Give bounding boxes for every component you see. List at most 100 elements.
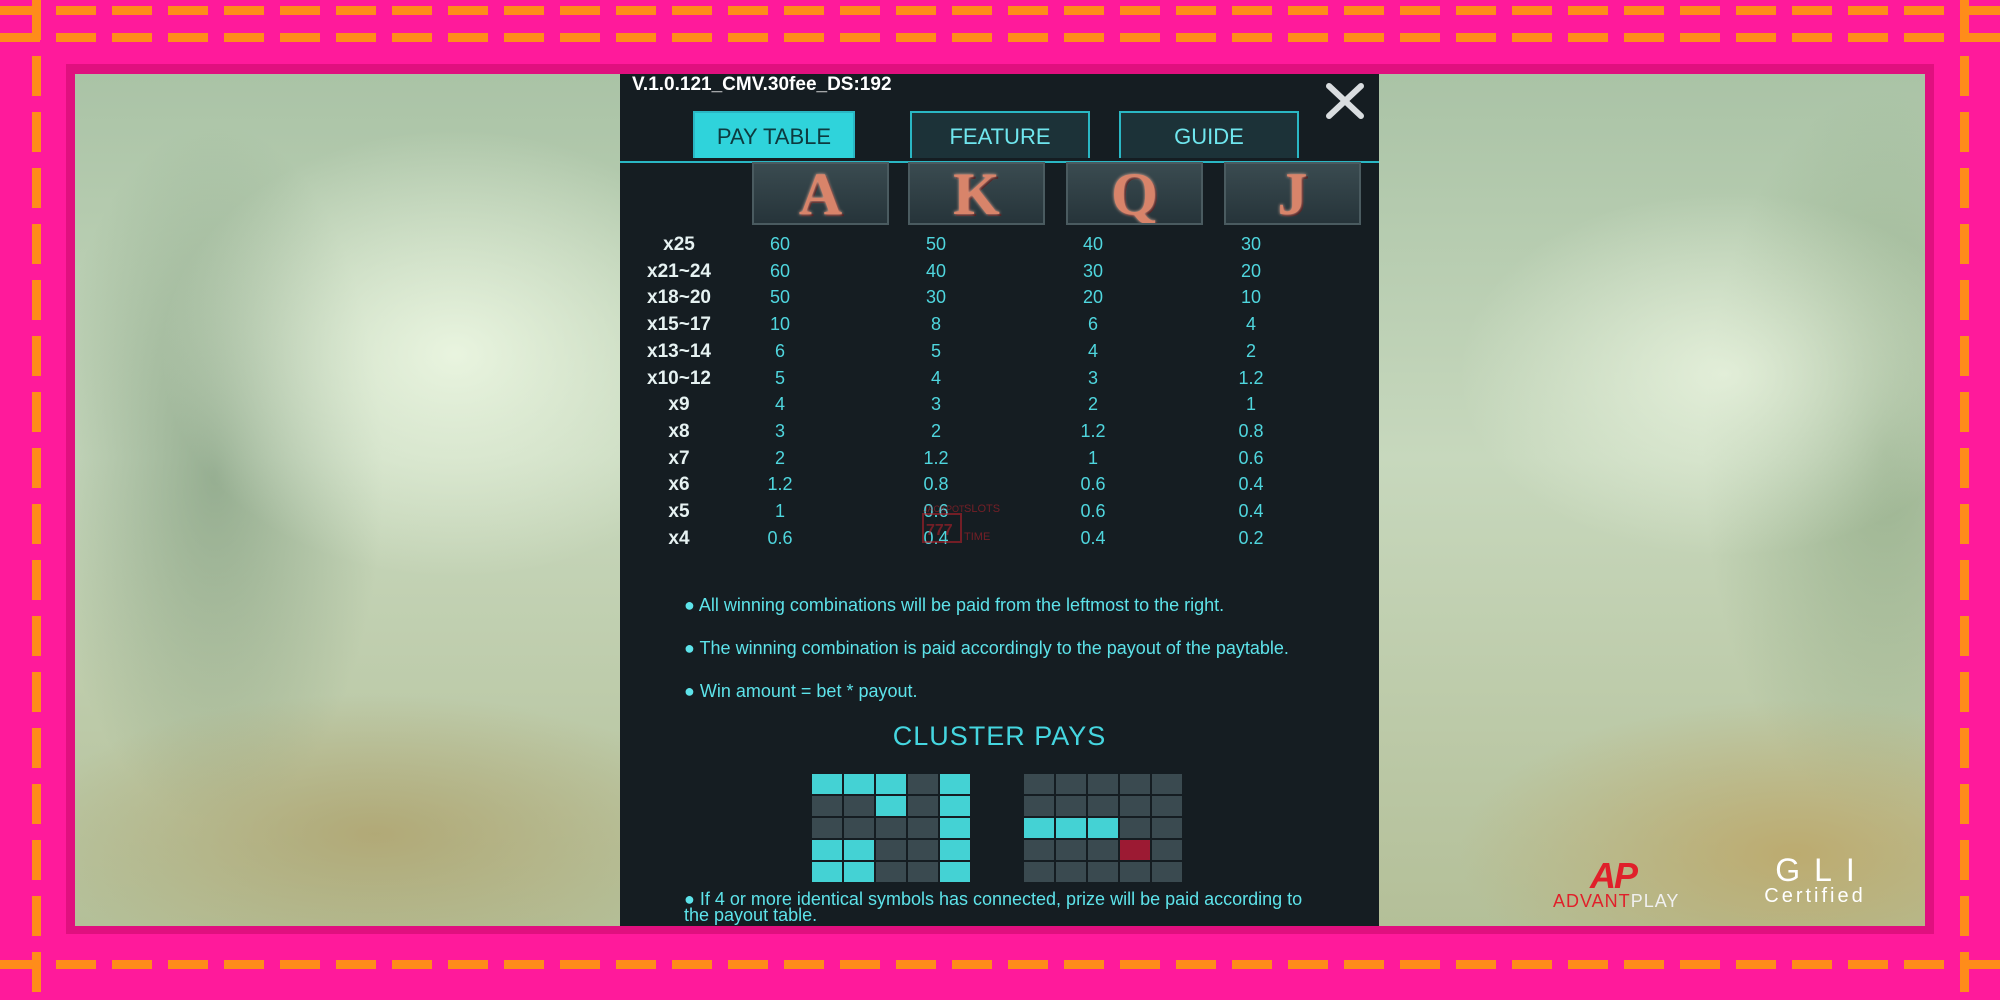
gli-certified-logo: GLI Certified — [1740, 852, 1890, 912]
watermark-time: TIME — [964, 531, 990, 543]
symbol-q-icon: Q — [1066, 162, 1203, 225]
advantplay-logo: AP ADVANTPLAY — [1550, 855, 1750, 915]
paytable-row: x7 2 1.2 1 0.6 — [620, 448, 1379, 474]
paytable-value: 0.4 — [1238, 474, 1264, 495]
paytable-value: 1 — [1245, 394, 1256, 415]
advantplay-wordmark: ADVANTPLAY — [1553, 891, 1679, 912]
cluster-cell — [908, 862, 938, 882]
paytable-value: 4 — [930, 367, 941, 388]
cluster-cell-highlighted — [940, 840, 970, 860]
paytable-value: 3 — [774, 420, 785, 441]
paytable-value: 0.4 — [1238, 501, 1264, 521]
cluster-cell-highlighted — [812, 774, 842, 794]
cluster-cell — [1024, 774, 1054, 794]
cluster-cell — [908, 796, 938, 816]
paytable-value: 0.6 — [767, 527, 793, 548]
paytable-value: 5 — [774, 367, 785, 388]
cluster-cell-highlighted — [940, 818, 970, 838]
cluster-rule: ● If 4 or more identical symbols has con… — [684, 889, 1324, 925]
gli-text: GLI — [1775, 852, 1869, 888]
symbol-j-icon: J — [1224, 162, 1361, 225]
cluster-cell — [908, 818, 938, 838]
paytable-row: x9 4 3 2 1 — [620, 394, 1379, 420]
cluster-cell — [1088, 862, 1118, 882]
cluster-cell-highlighted — [940, 796, 970, 816]
top-dashed-border-inner — [0, 33, 2000, 42]
paytable-value: 1.2 — [1238, 367, 1264, 388]
paytable-value: 0.6 — [1080, 474, 1106, 495]
rules-list: ● All winning combinations will be paid … — [684, 595, 1324, 615]
advantplay-word-play: PLAY — [1630, 891, 1680, 911]
symbol-header-row: A K Q J — [620, 162, 1379, 228]
cluster-cell — [1024, 796, 1054, 816]
paytable-value: 4 — [1087, 340, 1098, 361]
paytable-value: 1.2 — [923, 447, 949, 468]
paytable-row: x18~20 50 30 20 10 — [620, 287, 1379, 313]
cluster-cell — [908, 774, 938, 794]
paytable-row: x6 1.2 0.8 0.6 0.4 — [620, 474, 1379, 500]
symbol-a-icon: A — [752, 162, 889, 225]
paytable-panel: V.1.0.121_CMV.30fee_DS:192 PAY TABLE FEA… — [620, 74, 1379, 926]
paytable-value: 60 — [769, 260, 791, 281]
tab-feature[interactable]: FEATURE — [910, 111, 1090, 158]
cluster-cell-highlighted — [844, 774, 874, 794]
cluster-cell-highlighted — [940, 862, 970, 882]
paytable-value: 0.6 — [1238, 447, 1264, 468]
paytable-value: 0.6 — [1080, 501, 1106, 521]
paytable-value: 1.2 — [767, 474, 793, 495]
tab-bar: PAY TABLE FEATURE GUIDE — [620, 111, 1379, 163]
paytable-value: 4 — [1245, 314, 1256, 335]
paytable-row: x15~17 10 8 6 4 — [620, 314, 1379, 340]
paytable-value: 8 — [930, 314, 941, 335]
paytable-value: 2 — [1245, 340, 1256, 361]
version-label: V.1.0.121_CMV.30fee_DS:192 — [632, 74, 892, 95]
cluster-cell — [1120, 796, 1150, 816]
rule-leftmost: ● All winning combinations will be paid … — [684, 595, 1225, 615]
paytable-value: 6 — [1087, 314, 1098, 335]
cluster-cell — [1024, 862, 1054, 882]
cluster-cell — [1056, 840, 1086, 860]
paytable-value: 0.8 — [1238, 420, 1264, 441]
cluster-cell — [908, 840, 938, 860]
cluster-cell — [1024, 840, 1054, 860]
paytable-row: x25 60 50 40 30 — [620, 234, 1379, 260]
tab-pay-table[interactable]: PAY TABLE — [693, 111, 855, 158]
cluster-cell-highlighted — [812, 862, 842, 882]
paytable-value: 1.2 — [1080, 420, 1106, 441]
cluster-cell — [844, 818, 874, 838]
cluster-cell — [812, 796, 842, 816]
paytable-value: 1 — [1087, 447, 1098, 468]
jackpot-watermark-icon: JACKPOT 777 SLOTS TIME — [922, 503, 1000, 543]
advantplay-word-advant: ADVANT — [1553, 891, 1631, 911]
cluster-cell — [1120, 774, 1150, 794]
tab-guide[interactable]: GUIDE — [1119, 111, 1299, 158]
cluster-cell — [876, 818, 906, 838]
paytable-row: x10~12 5 4 3 1.2 — [620, 368, 1379, 394]
paytable-row: x13~14 6 5 4 2 — [620, 341, 1379, 367]
paytable-value: 2 — [774, 447, 785, 468]
cluster-cell — [1088, 796, 1118, 816]
rule-win-amount: ● Win amount = bet * payout. — [684, 681, 918, 701]
paytable-value: 0.8 — [923, 474, 949, 495]
paytable-value: 30 — [1082, 260, 1104, 281]
paytable-value: 5 — [930, 340, 941, 361]
cluster-cell — [1120, 862, 1150, 882]
paytable-value: 20 — [1082, 287, 1104, 308]
paytable-value: 30 — [925, 287, 947, 308]
rule-cluster: ● If 4 or more identical symbols has con… — [684, 889, 1303, 925]
paytable-value: 0.2 — [1238, 527, 1264, 548]
paytable-value: 50 — [925, 234, 947, 254]
paytable-value: 2 — [930, 420, 941, 441]
cluster-cell — [1056, 862, 1086, 882]
symbol-k-icon: K — [908, 162, 1045, 225]
watermark-777: 777 — [926, 522, 953, 539]
paytable-value: 3 — [1087, 367, 1098, 388]
cluster-cell — [1152, 796, 1182, 816]
cluster-cell-highlighted — [1088, 818, 1118, 838]
paytable-value: 6 — [774, 340, 785, 361]
cluster-cell — [1152, 840, 1182, 860]
left-dashed-border — [32, 0, 41, 1000]
watermark-slots: SLOTS — [964, 503, 1000, 515]
paytable-value: 0.4 — [1080, 527, 1106, 548]
paytable-value: 50 — [769, 287, 791, 308]
